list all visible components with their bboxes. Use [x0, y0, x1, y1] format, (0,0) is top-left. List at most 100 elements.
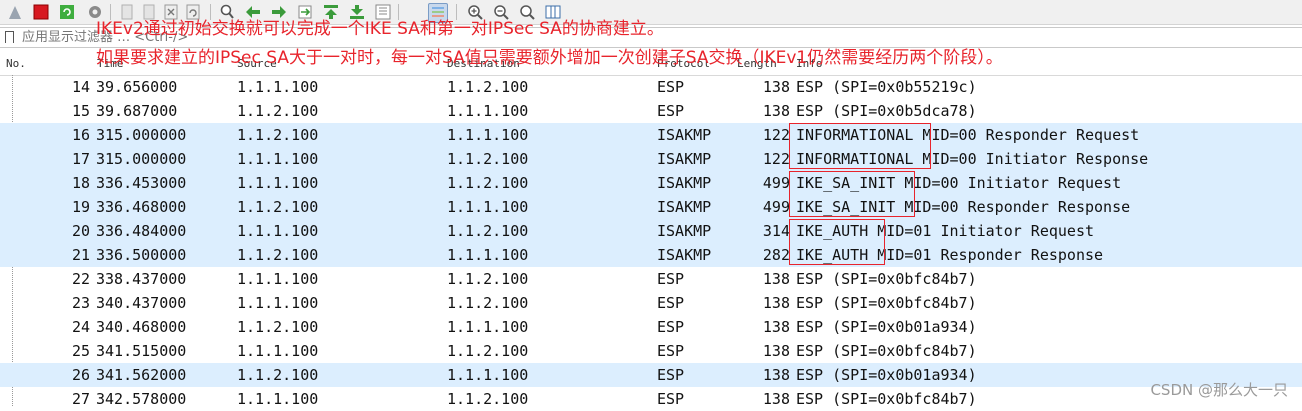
- packet-length: 138: [762, 78, 790, 96]
- packet-destination: 1.1.2.100: [447, 342, 529, 360]
- restart-icon[interactable]: [58, 3, 76, 21]
- packet-info: ESP (SPI=0x0bfc84b7): [796, 390, 977, 408]
- packet-number: 15: [71, 102, 90, 120]
- packet-time: 341.515000: [96, 342, 187, 360]
- packet-length: 282: [762, 246, 790, 264]
- packet-length: 138: [762, 342, 790, 360]
- packet-protocol: ISAKMP: [657, 222, 712, 240]
- packet-source: 1.1.1.100: [237, 270, 319, 288]
- packet-destination: 1.1.2.100: [447, 150, 529, 168]
- csdn-watermark: CSDN @那么大一只: [1150, 381, 1288, 399]
- packet-length: 138: [762, 102, 790, 120]
- stop-icon[interactable]: [32, 3, 50, 21]
- packet-number: 22: [71, 270, 90, 288]
- packet-source: 1.1.2.100: [237, 366, 319, 384]
- packet-row[interactable]: 25 341.515000 1.1.1.100 1.1.2.100 ESP 13…: [0, 339, 1302, 363]
- packet-info: ESP (SPI=0x0bfc84b7): [796, 294, 977, 312]
- informational-highlight-box: [789, 123, 931, 169]
- packet-info: ESP (SPI=0x0b55219c): [796, 78, 977, 96]
- packet-row[interactable]: 24 340.468000 1.1.2.100 1.1.1.100 ESP 13…: [0, 315, 1302, 339]
- packet-number: 21: [71, 246, 90, 264]
- packet-info: ESP (SPI=0x0b01a934): [796, 318, 977, 336]
- packet-time: 336.484000: [96, 222, 187, 240]
- packet-time: 39.687000: [96, 102, 178, 120]
- ike-sa-init-highlight-box: [789, 171, 915, 217]
- ike-auth-highlight-box: [789, 219, 885, 265]
- packet-number: 26: [71, 366, 90, 384]
- packet-info: ESP (SPI=0x0bfc84b7): [796, 342, 977, 360]
- packet-number: 24: [71, 318, 90, 336]
- packet-source: 1.1.1.100: [237, 390, 319, 408]
- packet-number: 17: [71, 150, 90, 168]
- packet-source: 1.1.2.100: [237, 126, 319, 144]
- packet-info: ESP (SPI=0x0b01a934): [796, 366, 977, 384]
- packet-protocol: ISAKMP: [657, 150, 712, 168]
- packet-row[interactable]: 21 336.500000 1.1.2.100 1.1.1.100 ISAKMP…: [0, 243, 1302, 267]
- column-header-no[interactable]: No.: [6, 57, 26, 70]
- packet-time: 336.453000: [96, 174, 187, 192]
- packet-source: 1.1.1.100: [237, 294, 319, 312]
- packet-source: 1.1.1.100: [237, 222, 319, 240]
- bookmark-icon[interactable]: [5, 31, 14, 43]
- annotation-line-1: IKEv2通过初始交换就可以完成一个IKE SA和第一对IPSec SA的协商建…: [96, 19, 664, 39]
- packet-destination: 1.1.1.100: [447, 246, 529, 264]
- packet-destination: 1.1.1.100: [447, 126, 529, 144]
- packet-row[interactable]: 23 340.437000 1.1.1.100 1.1.2.100 ESP 13…: [0, 291, 1302, 315]
- packet-time: 39.656000: [96, 78, 178, 96]
- packet-destination: 1.1.2.100: [447, 222, 529, 240]
- packet-source: 1.1.2.100: [237, 246, 319, 264]
- packet-info: ESP (SPI=0x0bfc84b7): [796, 270, 977, 288]
- packet-destination: 1.1.1.100: [447, 366, 529, 384]
- packet-length: 499: [762, 174, 790, 192]
- packet-source: 1.1.2.100: [237, 318, 319, 336]
- packet-destination: 1.1.2.100: [447, 270, 529, 288]
- packet-row[interactable]: 17 315.000000 1.1.1.100 1.1.2.100 ISAKMP…: [0, 147, 1302, 171]
- packet-length: 138: [762, 294, 790, 312]
- packet-row[interactable]: 18 336.453000 1.1.1.100 1.1.2.100 ISAKMP…: [0, 171, 1302, 195]
- packet-destination: 1.1.2.100: [447, 390, 529, 408]
- packet-row[interactable]: 27 342.578000 1.1.1.100 1.1.2.100 ESP 13…: [0, 387, 1302, 411]
- packet-destination: 1.1.1.100: [447, 318, 529, 336]
- packet-destination: 1.1.2.100: [447, 294, 529, 312]
- packet-source: 1.1.1.100: [237, 342, 319, 360]
- packet-source: 1.1.2.100: [237, 102, 319, 120]
- packet-destination: 1.1.2.100: [447, 78, 529, 96]
- packet-destination: 1.1.2.100: [447, 174, 529, 192]
- packet-time: 315.000000: [96, 150, 187, 168]
- packet-time: 336.468000: [96, 198, 187, 216]
- packet-number: 23: [71, 294, 90, 312]
- packet-protocol: ESP: [657, 102, 685, 120]
- packet-source: 1.1.1.100: [237, 150, 319, 168]
- packet-length: 499: [762, 198, 790, 216]
- packet-time: 315.000000: [96, 126, 187, 144]
- packet-row[interactable]: 14 39.656000 1.1.1.100 1.1.2.100 ESP 138…: [0, 75, 1302, 99]
- packet-length: 314: [762, 222, 790, 240]
- packet-time: 340.437000: [96, 294, 187, 312]
- packet-number: 18: [71, 174, 90, 192]
- packet-row[interactable]: 16 315.000000 1.1.2.100 1.1.1.100 ISAKMP…: [0, 123, 1302, 147]
- packet-protocol: ESP: [657, 78, 685, 96]
- packet-length: 138: [762, 318, 790, 336]
- packet-row[interactable]: 15 39.687000 1.1.2.100 1.1.1.100 ESP 138…: [0, 99, 1302, 123]
- packet-length: 122: [762, 126, 790, 144]
- packet-row[interactable]: 20 336.484000 1.1.1.100 1.1.2.100 ISAKMP…: [0, 219, 1302, 243]
- packet-time: 336.500000: [96, 246, 187, 264]
- packet-row[interactable]: 22 338.437000 1.1.1.100 1.1.2.100 ESP 13…: [0, 267, 1302, 291]
- packet-time: 340.468000: [96, 318, 187, 336]
- packet-row[interactable]: 26 341.562000 1.1.2.100 1.1.1.100 ESP 13…: [0, 363, 1302, 387]
- packet-source: 1.1.1.100: [237, 78, 319, 96]
- packet-protocol: ESP: [657, 342, 685, 360]
- shark-fin-start-icon[interactable]: [6, 3, 24, 21]
- packet-protocol: ISAKMP: [657, 174, 712, 192]
- packet-number: 16: [71, 126, 90, 144]
- packet-destination: 1.1.1.100: [447, 102, 529, 120]
- packet-number: 27: [71, 390, 90, 408]
- packet-number: 14: [71, 78, 90, 96]
- packet-source: 1.1.1.100: [237, 174, 319, 192]
- packet-number: 19: [71, 198, 90, 216]
- packet-row[interactable]: 19 336.468000 1.1.2.100 1.1.1.100 ISAKMP…: [0, 195, 1302, 219]
- packet-source: 1.1.2.100: [237, 198, 319, 216]
- packet-time: 338.437000: [96, 270, 187, 288]
- packet-number: 25: [71, 342, 90, 360]
- packet-info: ESP (SPI=0x0b5dca78): [796, 102, 977, 120]
